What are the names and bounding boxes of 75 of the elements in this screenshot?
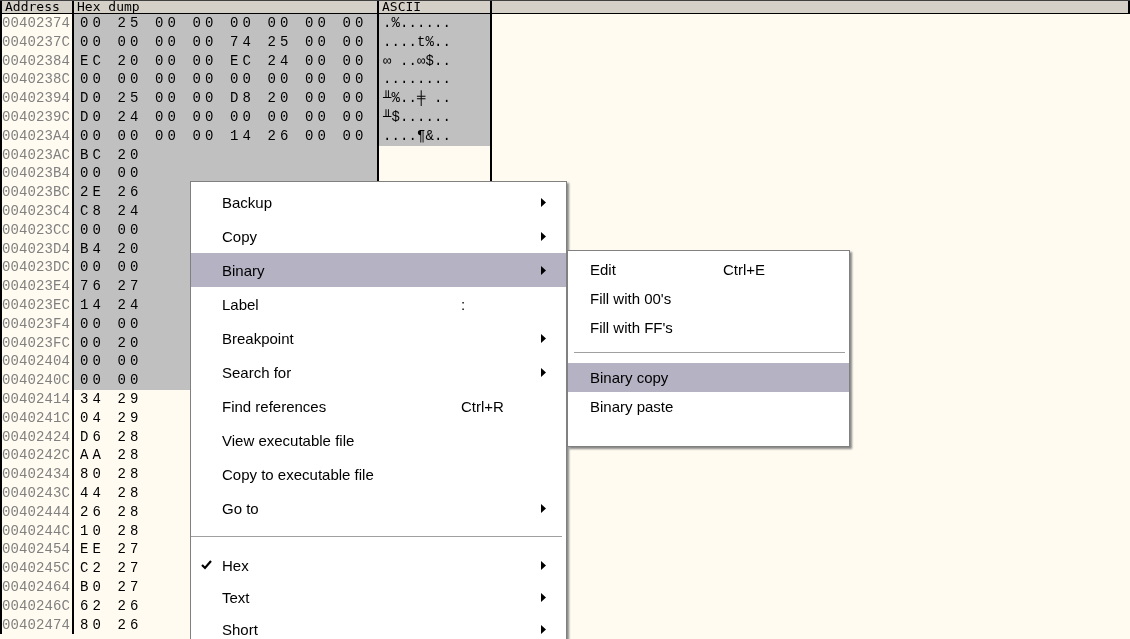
address-cell: 0040244C <box>2 521 74 541</box>
hex-bytes: 00 20 <box>80 334 143 351</box>
hex-bytes: 80 26 <box>80 616 143 633</box>
address-cell: 00402414 <box>2 389 74 409</box>
menu-item[interactable]: Search for <box>191 355 566 389</box>
hex-bytes: 00 00 00 00 00 00 00 00 <box>80 71 368 88</box>
hex-bytes: C8 24 <box>80 202 143 219</box>
hex-bytes: 44 28 <box>80 484 143 501</box>
ascii-text: ....t%.. <box>383 33 451 50</box>
address-cell: 00402434 <box>2 465 74 484</box>
column-header[interactable]: Address <box>2 1 74 14</box>
hex-bytes: D0 24 00 00 00 00 00 00 <box>80 109 368 125</box>
address-cell: 00402444 <box>2 502 74 522</box>
hex-bytes: D6 28 <box>80 428 143 445</box>
ascii-text: .%...... <box>383 15 451 31</box>
hex-bytes: 04 29 <box>80 409 143 426</box>
menu-item[interactable]: Go to <box>191 491 566 525</box>
menu-item[interactable]: Text <box>191 581 566 613</box>
menu-item[interactable]: View executable file <box>191 423 566 457</box>
hex-bytes: 2E 26 <box>80 184 143 201</box>
menu-item[interactable]: Edit Ctrl+E <box>568 255 849 284</box>
hex-bytes: AA 28 <box>80 447 143 464</box>
address-cell: 00402464 <box>2 577 74 597</box>
hex-bytes: BC 20 <box>80 146 143 163</box>
hex-bytes: B0 27 <box>80 578 143 595</box>
hex-bytes: 14 24 <box>80 296 143 313</box>
menu-item[interactable]: Fill with FF's <box>568 313 849 342</box>
hex-bytes: 00 25 00 00 00 00 00 00 <box>80 15 368 31</box>
ascii-text: ╨%..╪ .. <box>383 90 451 107</box>
ascii-text: ∞ ..∞$.. <box>383 52 451 69</box>
hex-bytes: 00 00 00 00 14 26 00 00 <box>80 127 368 144</box>
column-header[interactable]: Hex dump <box>74 1 379 14</box>
hex-bytes: 00 00 <box>80 259 143 276</box>
address-cell: 0040245C <box>2 559 74 578</box>
column-header[interactable]: ASCII <box>379 1 492 14</box>
hex-bytes: 00 00 <box>80 165 143 182</box>
hex-bytes: 00 00 <box>80 221 143 238</box>
menu-item[interactable]: Copy to executable file <box>191 457 566 491</box>
hex-bytes: 62 26 <box>80 597 143 614</box>
hex-bytes: 76 27 <box>80 278 143 295</box>
hex-bytes: C2 27 <box>80 560 143 577</box>
hex-bytes: 00 00 <box>80 372 143 389</box>
ascii-text: ........ <box>383 71 451 88</box>
hex-bytes: 80 28 <box>80 466 143 483</box>
menu-item[interactable]: Fill with 00's <box>568 284 849 313</box>
ascii-text: ....¶&.. <box>383 127 451 144</box>
menu-item[interactable]: Backup <box>191 185 566 219</box>
hex-bytes: EC 20 00 00 EC 24 00 00 <box>80 52 368 69</box>
hex-bytes: B4 20 <box>80 240 143 257</box>
hex-bytes: D0 25 00 00 D8 20 00 00 <box>80 90 368 107</box>
menu-item[interactable]: Hex <box>191 549 566 581</box>
hex-bytes: 34 29 <box>80 390 143 407</box>
menu-item[interactable]: Label : <box>191 287 566 321</box>
address-cell: 00402454 <box>2 540 74 560</box>
menu-item[interactable]: Binary copy <box>568 363 849 392</box>
hex-bytes: 00 00 00 00 74 25 00 00 <box>80 33 368 50</box>
menu-item[interactable]: Binary <box>191 253 566 287</box>
menu-item[interactable]: Short <box>191 613 566 639</box>
menu-item[interactable]: Breakpoint <box>191 321 566 355</box>
address-cell: 00402474 <box>2 615 74 635</box>
hex-bytes: 10 28 <box>80 522 143 539</box>
hex-bytes: 00 00 <box>80 315 143 332</box>
hex-bytes: 26 28 <box>80 503 143 520</box>
address-cell: 0040243C <box>2 483 74 503</box>
menu-item[interactable]: Binary paste <box>568 392 849 421</box>
address-cell: 0040242C <box>2 446 74 466</box>
address-cell: 0040241C <box>2 408 74 428</box>
ascii-text: ╨$...... <box>383 109 451 125</box>
address-cell: 0040246C <box>2 596 74 616</box>
hex-bytes: 00 00 <box>80 353 143 370</box>
address-cell: 00402424 <box>2 427 74 447</box>
menu-item[interactable]: Copy <box>191 219 566 253</box>
menu-item[interactable]: Find references Ctrl+R <box>191 389 566 423</box>
hex-bytes: EE 27 <box>80 541 143 558</box>
checkmark-icon <box>201 560 212 570</box>
